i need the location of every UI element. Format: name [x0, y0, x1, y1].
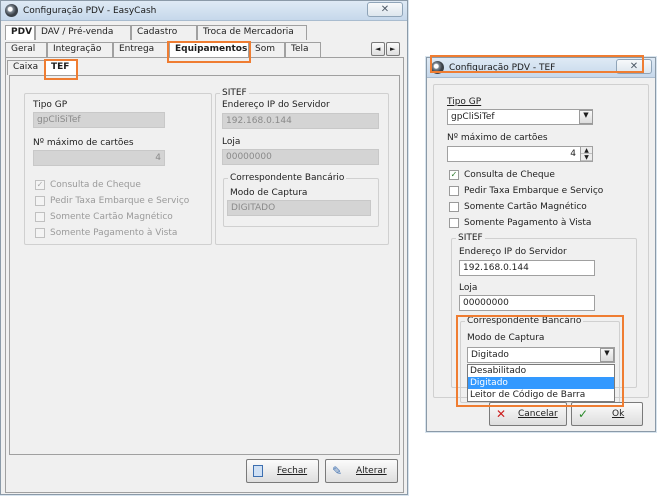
correspondente-group-label: Correspondente Bancário — [228, 173, 347, 183]
fechar-button[interactable]: Fechar — [246, 459, 319, 483]
main-titlebar: Configuração PDV - EasyCash ✕ — [1, 1, 407, 21]
tef-app-icon — [431, 61, 444, 74]
ok-button[interactable]: ✓ Ok — [571, 402, 643, 426]
tab-tef[interactable]: TEF — [45, 60, 77, 75]
tab-tela[interactable]: Tela — [285, 42, 321, 57]
tef-max-cartoes-label: Nº máximo de cartões — [447, 133, 548, 143]
pagamento-vista-checkbox[interactable] — [35, 228, 45, 238]
option-desabilitado[interactable]: Desabilitado — [468, 365, 614, 377]
tef-dialog-title: Configuração PDV - TEF — [449, 63, 556, 73]
close-icon[interactable]: ✕ — [367, 2, 403, 17]
consulta-cheque-checkbox[interactable]: ✓ — [35, 180, 45, 190]
app-icon — [5, 4, 18, 17]
tef-loja-label: Loja — [459, 283, 478, 293]
check-icon: ✓ — [578, 407, 589, 421]
tef-taxa-embarque-checkbox[interactable] — [449, 186, 459, 196]
cartao-magnetico-checkbox[interactable] — [35, 212, 45, 222]
tef-close-icon[interactable]: ✕ — [616, 59, 652, 74]
pencil-icon: ✎ — [332, 464, 343, 478]
tef-taxa-embarque-label: Pedir Taxa Embarque e Serviço — [464, 186, 604, 196]
sitef-group-label: SITEF — [220, 88, 249, 98]
tef-cartao-magnetico-label: Somente Cartão Magnético — [464, 202, 587, 212]
tipo-gp-label: Tipo GP — [33, 100, 68, 110]
consulta-cheque-label: Consulta de Cheque — [50, 180, 141, 190]
tef-tipo-gp-select[interactable]: gpCliSiTef — [447, 109, 593, 125]
tef-cartao-magnetico-checkbox[interactable] — [449, 202, 459, 212]
main-window: Configuração PDV - EasyCash ✕ PDV DAV / … — [0, 0, 408, 495]
max-cartoes-label: Nº máximo de cartões — [33, 138, 134, 148]
tef-pagamento-vista-label: Somente Pagamento à Vista — [464, 218, 592, 228]
loja-label: Loja — [222, 137, 241, 147]
tef-dialog: Configuração PDV - TEF ✕ Tipo GP gpCliSi… — [426, 57, 656, 432]
cancelar-button[interactable]: ✕ Cancelar — [489, 402, 567, 426]
tef-consulta-cheque-label: Consulta de Cheque — [464, 170, 555, 180]
taxa-embarque-checkbox[interactable] — [35, 196, 45, 206]
tef-sitef-group-label: SITEF — [456, 233, 485, 243]
pagamento-vista-label: Somente Pagamento à Vista — [50, 228, 178, 238]
ip-servidor-field[interactable]: 192.168.0.144 — [222, 113, 379, 129]
loja-field[interactable]: 00000000 — [222, 149, 379, 165]
tef-pagamento-vista-checkbox[interactable] — [449, 218, 459, 228]
tef-tipo-gp-dropdown-icon[interactable]: ▼ — [579, 110, 593, 124]
modo-captura-label: Modo de Captura — [230, 188, 308, 198]
main-window-title: Configuração PDV - EasyCash — [23, 6, 157, 16]
tef-modo-captura-dropdown-icon[interactable]: ▼ — [600, 348, 614, 362]
tipo-gp-field[interactable]: gpCliSiTef — [33, 112, 165, 128]
tef-modo-captura-label: Modo de Captura — [467, 333, 545, 343]
cartao-magnetico-label: Somente Cartão Magnético — [50, 212, 173, 222]
option-digitado[interactable]: Digitado — [468, 377, 614, 389]
ip-servidor-label: Endereço IP do Servidor — [222, 100, 330, 110]
tab-equipamentos[interactable]: Equipamentos — [169, 42, 249, 57]
tab-cadastro[interactable]: Cadastro — [131, 25, 197, 40]
cancel-x-icon: ✕ — [496, 407, 507, 421]
tab-scroll-right-icon[interactable]: ► — [386, 42, 400, 56]
tef-correspondente-group-label: Correspondente Bancário — [465, 316, 584, 326]
tab-troca[interactable]: Troca de Mercadoria — [197, 25, 307, 40]
tab-caixa[interactable]: Caixa — [7, 60, 45, 75]
exit-door-icon — [253, 465, 263, 477]
tab-integracao[interactable]: Integração — [47, 42, 113, 57]
modo-captura-field[interactable]: DIGITADO — [227, 200, 371, 216]
tef-consulta-cheque-checkbox[interactable]: ✓ — [449, 170, 459, 180]
tef-modo-captura-select[interactable]: Digitado — [467, 347, 615, 363]
tab-som[interactable]: Som — [249, 42, 285, 57]
tab-entrega[interactable]: Entrega — [113, 42, 169, 57]
tab-scroll-left-icon[interactable]: ◄ — [371, 42, 385, 56]
tef-ip-servidor-field[interactable]: 192.168.0.144 — [459, 260, 595, 276]
tef-max-cartoes-stepper[interactable]: ▲ ▼ — [580, 147, 592, 161]
tef-max-cartoes-field[interactable]: 4 — [447, 146, 593, 162]
tab-pdv[interactable]: PDV — [5, 25, 35, 40]
tef-modo-captura-list: Desabilitado Digitado Leitor de Código d… — [467, 364, 615, 402]
max-cartoes-field[interactable]: 4 — [33, 150, 165, 166]
tef-ip-servidor-label: Endereço IP do Servidor — [459, 247, 567, 257]
alterar-button[interactable]: ✎ Alterar — [325, 459, 398, 483]
tef-titlebar: Configuração PDV - TEF ✕ — [427, 58, 655, 78]
tab-dav[interactable]: DAV / Pré-venda — [35, 25, 131, 40]
option-leitor-codigo-barra[interactable]: Leitor de Código de Barra — [468, 389, 614, 401]
tef-tipo-gp-label: Tipo GP — [447, 97, 482, 107]
tef-loja-field[interactable]: 00000000 — [459, 295, 595, 311]
tab-geral[interactable]: Geral — [5, 42, 47, 57]
taxa-embarque-label: Pedir Taxa Embarque e Serviço — [50, 196, 190, 206]
